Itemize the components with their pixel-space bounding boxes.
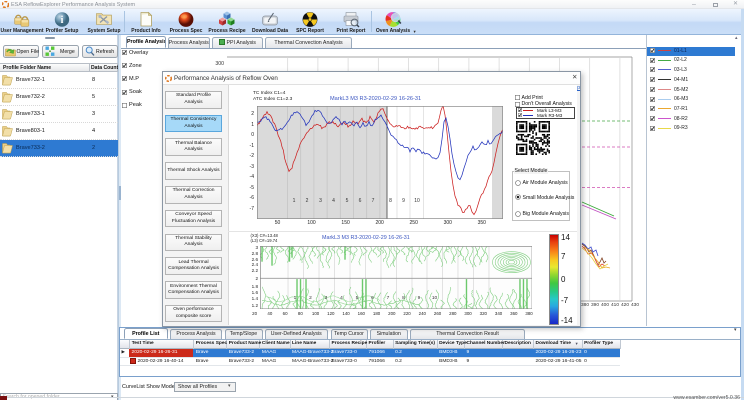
- svg-text:i: i: [61, 15, 64, 26]
